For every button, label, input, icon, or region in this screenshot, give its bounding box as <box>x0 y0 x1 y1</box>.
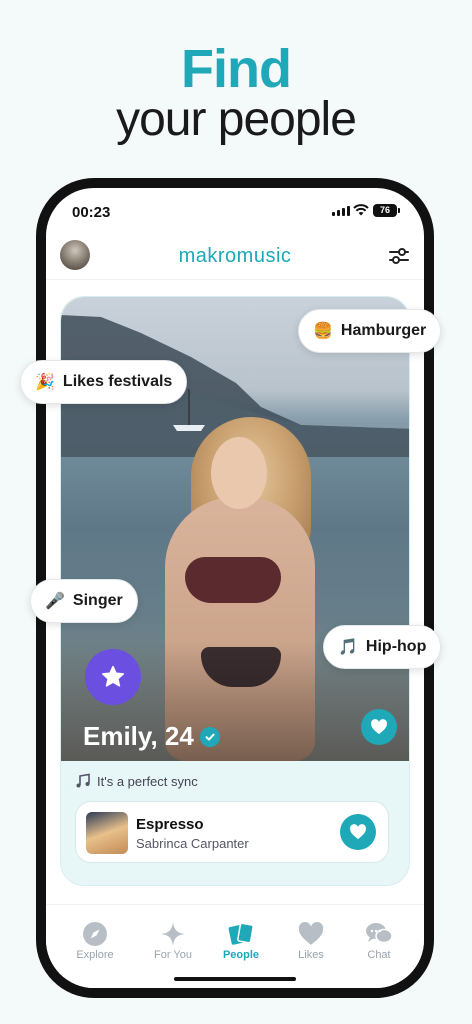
super-like-button[interactable] <box>85 649 141 705</box>
tag-hip-hop-label: Hip-hop <box>365 638 427 655</box>
sparkle-icon <box>161 922 185 946</box>
tab-for-you[interactable]: For You <box>138 919 208 961</box>
tab-for-you-label: For You <box>154 949 192 961</box>
song-card[interactable]: Espresso Sabrinca Carpanter <box>75 801 389 863</box>
battery-icon: 76 <box>373 204 400 217</box>
filter-icon[interactable] <box>388 246 410 266</box>
tab-chat-label: Chat <box>367 949 391 961</box>
heart-icon <box>350 824 366 840</box>
song-like-button[interactable] <box>340 814 376 850</box>
tab-explore[interactable]: Explore <box>60 919 130 961</box>
tag-singer: 🎤 Singer <box>30 579 138 623</box>
tab-people[interactable]: People <box>206 919 276 961</box>
status-bar: 00:23 76 <box>46 188 424 236</box>
tag-hip-hop: 🎵 Hip-hop <box>323 625 442 669</box>
tab-likes-label: Likes <box>298 949 324 961</box>
person-face <box>211 437 267 509</box>
tab-people-label: People <box>222 949 260 961</box>
app-logo: makromusic <box>178 245 292 267</box>
home-indicator <box>174 977 296 981</box>
verified-badge-icon <box>199 726 220 747</box>
wifi-icon <box>353 204 369 216</box>
song-artist: Sabrinca Carpanter <box>136 836 249 851</box>
person-top <box>185 557 281 603</box>
music-note-icon <box>76 773 90 788</box>
star-icon <box>102 665 124 687</box>
signal-icon <box>332 206 350 216</box>
tag-hamburger: 🍔 Hamburger <box>298 309 442 353</box>
app-bar: makromusic <box>46 236 424 280</box>
cards-icon <box>228 922 254 945</box>
music-note-icon: 🎵 <box>338 639 358 656</box>
tag-singer-label: Singer <box>72 592 123 609</box>
tab-likes[interactable]: Likes <box>276 919 346 961</box>
status-time: 00:23 <box>72 204 111 221</box>
sync-text: It's a perfect sync <box>97 773 198 789</box>
like-button[interactable] <box>361 709 397 745</box>
profile-name: Emily, 24 <box>83 721 220 752</box>
headline-find: Find <box>181 39 292 99</box>
chat-bubbles-icon <box>366 923 393 944</box>
album-cover <box>86 812 128 854</box>
heart-icon <box>371 719 387 735</box>
microphone-icon: 🎤 <box>45 593 65 610</box>
tag-likes-festivals: 🎉 Likes festivals <box>20 360 188 404</box>
tag-hamburger-label: Hamburger <box>340 322 427 339</box>
party-popper-icon: 🎉 <box>35 374 55 391</box>
tab-chat[interactable]: Chat <box>344 919 414 961</box>
headline-your-people: your people <box>116 93 357 146</box>
song-title: Espresso <box>136 816 204 833</box>
compass-icon <box>83 922 107 946</box>
tab-bar: Explore For You People Likes Chat <box>46 904 424 988</box>
profile-name-text: Emily, 24 <box>83 721 194 751</box>
sync-row: It's a perfect sync <box>75 773 198 789</box>
heart-icon <box>298 922 324 945</box>
tag-likes-festivals-label: Likes festivals <box>62 373 173 390</box>
hamburger-icon: 🍔 <box>313 323 333 340</box>
tab-explore-label: Explore <box>76 949 114 961</box>
